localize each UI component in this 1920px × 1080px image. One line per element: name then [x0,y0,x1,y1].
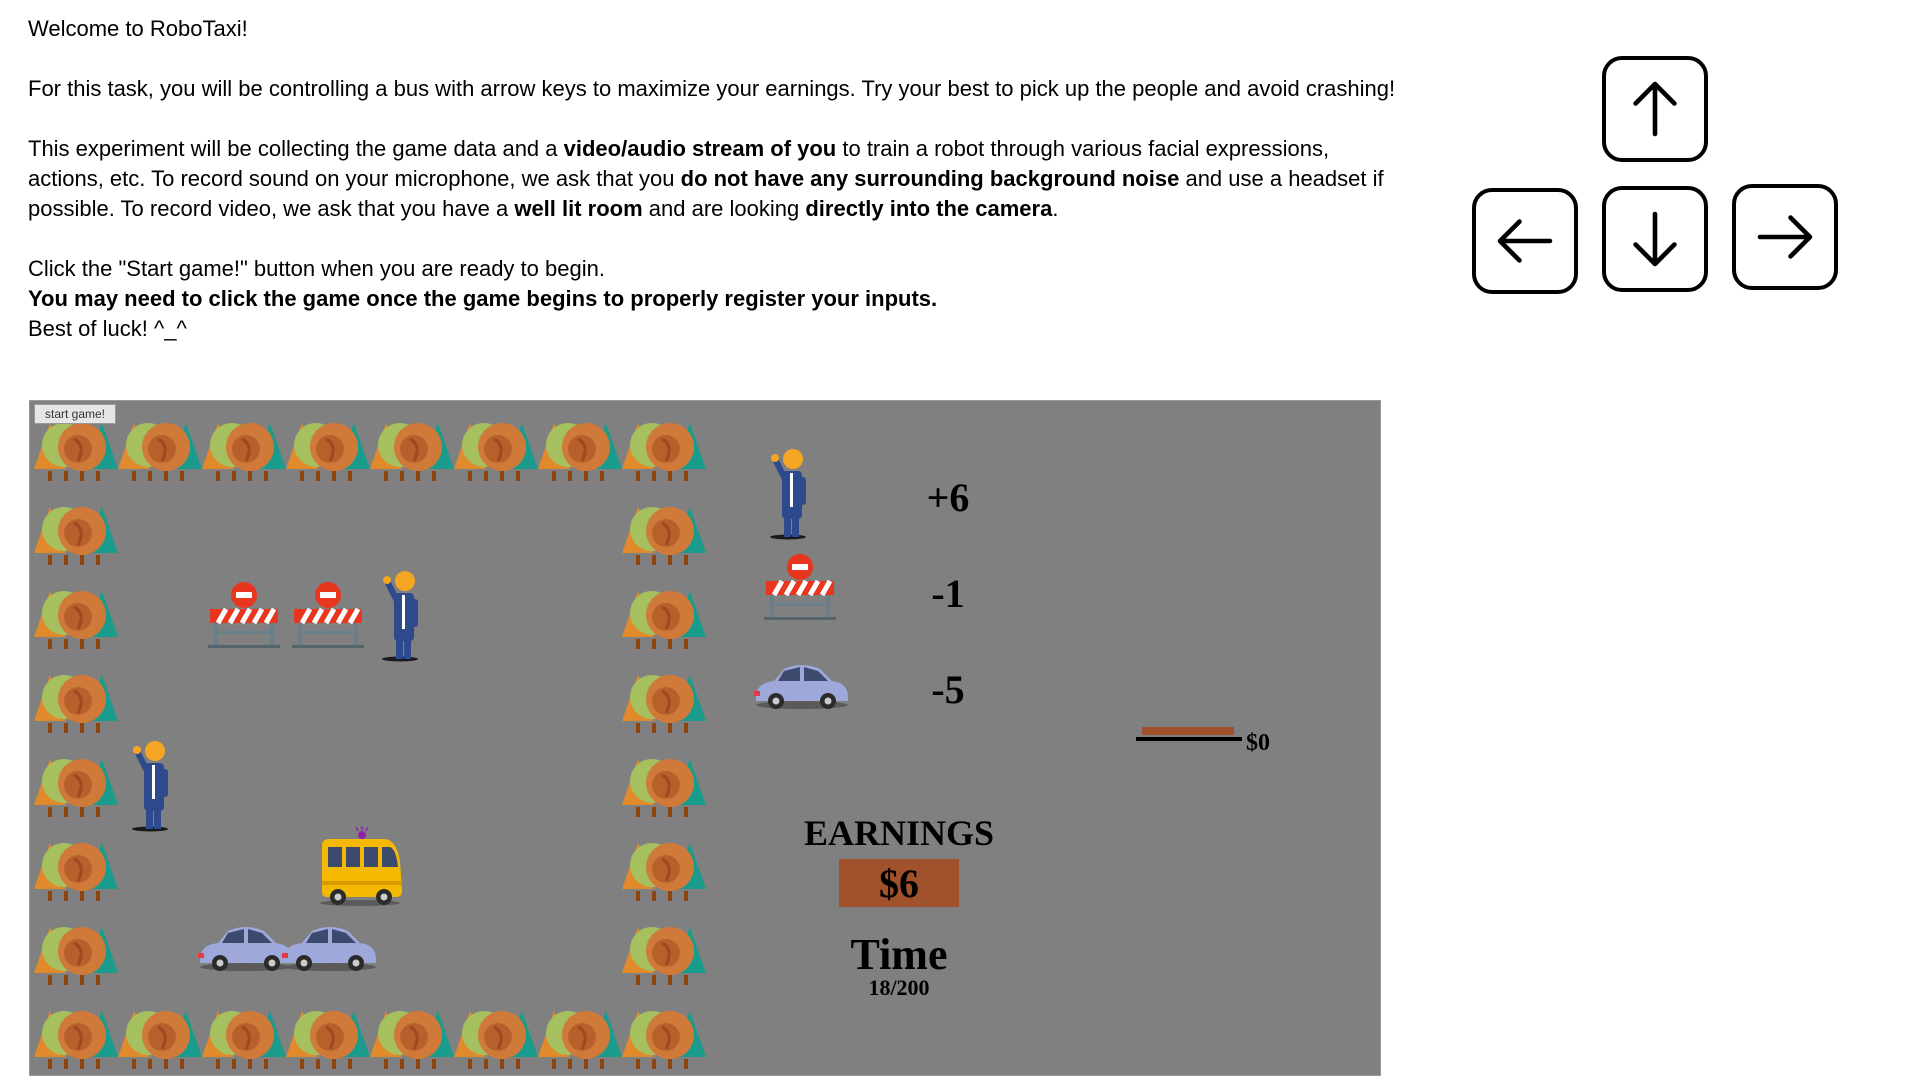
tree-icon [32,757,120,819]
score-panel: EARNINGS $6 Time 18/200 [804,813,994,1000]
passenger-icon [382,571,418,662]
legend: +6 -1 -5 [754,449,969,712]
tree-icon [32,589,120,651]
start-game-button[interactable]: start game! [34,404,116,424]
tree-icon [620,1009,708,1071]
legend-roadblock-value: -1 [931,571,964,616]
recording-text: This experiment will be collecting the g… [28,136,1384,221]
bar-label: $0 [1246,730,1270,756]
arrow-left-icon [1497,219,1553,263]
legend-car-value: -5 [931,667,964,712]
tree-icon [284,421,372,483]
tree-icon [368,421,456,483]
tree-icon [200,1009,288,1071]
tree-icon [620,505,708,567]
tree-icon [368,1009,456,1071]
tree-icon [32,421,120,483]
arrow-right-icon [1757,215,1813,259]
tree-icon [32,1009,120,1071]
time-value: 18/200 [868,975,929,1000]
tree-icon [32,925,120,987]
tree-border [32,421,708,1071]
legend-passenger-icon [770,449,806,540]
earnings-value: $6 [879,861,919,906]
passenger-icon [132,741,168,832]
up-arrow-key [1602,56,1708,162]
tree-icon [620,925,708,987]
tree-icon [116,1009,204,1071]
time-label: Time [851,930,948,979]
arrow-up-icon [1633,81,1677,137]
tree-icon [620,673,708,735]
tree-icon [620,589,708,651]
tree-icon [116,421,204,483]
down-arrow-key [1602,186,1708,292]
roadblock-icon [292,582,364,648]
left-arrow-key [1472,188,1578,294]
bus-icon [319,825,403,907]
luck-text: Best of luck! ^_^ [28,316,187,341]
right-arrow-key [1732,184,1838,290]
legend-passenger-value: +6 [927,475,970,520]
car-icon [282,927,376,971]
welcome-text: Welcome to RoboTaxi! [28,16,248,41]
tree-icon [32,673,120,735]
tree-icon [452,421,540,483]
roadblock-icon [208,582,280,648]
tree-icon [620,421,708,483]
tree-icon [452,1009,540,1071]
earnings-label: EARNINGS [804,813,994,853]
tree-icon [284,1009,372,1071]
task-text: For this task, you will be controlling a… [28,76,1396,101]
tree-icon [32,505,120,567]
tree-icon [536,421,624,483]
legend-roadblock-icon [764,554,836,620]
tree-icon [536,1009,624,1071]
legend-car-icon [754,665,848,709]
tree-icon [32,841,120,903]
game-canvas[interactable]: +6 -1 -5 $0 EARNINGS $6 Time 18/200 [30,401,1380,1075]
start-hint: Click the "Start game!" button when you … [28,256,605,281]
click-note: You may need to click the game once the … [28,286,938,311]
start-instructions: Click the "Start game!" button when you … [28,254,1408,344]
tree-icon [620,757,708,819]
tree-icon [200,421,288,483]
earnings-bar: $0 [1136,727,1270,756]
arrow-keys-diagram [1470,54,1850,304]
play-field [132,571,418,971]
bar-baseline [1136,737,1242,741]
tree-icon [620,841,708,903]
instructions: Welcome to RoboTaxi! For this task, you … [28,14,1408,344]
car-icon [198,927,292,971]
bar-fill [1142,727,1234,735]
arrow-down-icon [1633,211,1677,267]
game-board[interactable]: +6 -1 -5 $0 EARNINGS $6 Time 18/200 star… [29,400,1381,1076]
